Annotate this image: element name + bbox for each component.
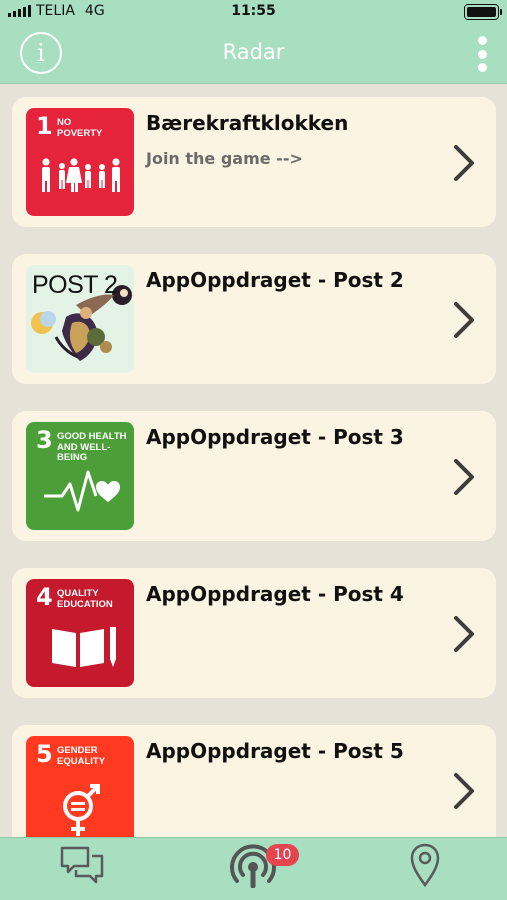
post-2-thumbnail: POST 2 [26,265,134,373]
item-subtitle: Join the game --> [146,149,303,168]
more-menu-button[interactable] [475,34,489,74]
notification-badge: 10 [266,844,299,866]
heartbeat-icon [44,470,120,512]
item-title: AppOppdraget - Post 2 [146,268,404,292]
book-pencil-icon [52,627,116,667]
item-title: AppOppdraget - Post 3 [146,425,404,449]
chevron-right-icon [454,616,474,652]
status-time: 11:55 [231,3,276,19]
sdg-good-health-thumbnail: 3 GOOD HEALTH AND WELL-BEING [26,422,134,530]
chevron-right-icon [454,773,474,809]
vertical-dots-icon [477,36,487,45]
item-title: AppOppdraget - Post 4 [146,582,404,606]
list-item-card[interactable]: 1 NO POVERTY Bærekraftklokken Join the ga… [12,97,496,227]
list-item-card[interactable]: 3 GOOD HEALTH AND WELL-BEING AppOppdraget… [12,411,496,541]
sdg-no-poverty-thumbnail: 1 NO POVERTY [26,108,134,216]
list-item[interactable]: 4 QUALITY EDUCATION AppOppdraget - Post 4 [0,556,507,713]
sdg-quality-education-thumbnail: 4 QUALITY EDUCATION [26,579,134,687]
post-label: POST 2 [32,271,118,299]
list-item-card[interactable]: POST 2 AppOppdraget - Post 2 [12,254,496,384]
gender-equality-icon [63,784,100,836]
list-item[interactable]: 5 GENDER EQUALITY AppOppdraget - Post 5 [0,713,507,837]
chevron-right-icon [454,459,474,495]
sdg-gender-equality-thumbnail: 5 GENDER EQUALITY [26,736,134,837]
list-item[interactable]: POST 2 AppOppdraget - Post 2 [0,242,507,399]
tab-chat[interactable] [58,842,106,892]
tab-bar: 10 [0,837,507,900]
radar-list[interactable]: 1 NO POVERTY Bærekraftklokken Join the ga… [0,85,507,837]
chevron-right-icon [454,302,474,338]
chat-bubbles-icon [60,846,104,884]
item-title: AppOppdraget - Post 5 [146,739,404,763]
item-title: Bærekraftklokken [146,111,349,135]
chevron-right-icon [454,145,474,181]
list-item[interactable]: 1 NO POVERTY Bærekraftklokken Join the ga… [0,85,507,242]
navigation-bar: i Radar [0,24,507,84]
map-pin-icon [410,843,440,888]
family-icon [42,158,120,192]
tab-map[interactable] [408,842,442,892]
list-item-card[interactable]: 4 QUALITY EDUCATION AppOppdraget - Post 4 [12,568,496,698]
list-item[interactable]: 3 GOOD HEALTH AND WELL-BEING AppOppdraget… [0,399,507,556]
battery-icon [464,4,502,20]
list-item-card[interactable]: 5 GENDER EQUALITY AppOppdraget - Post 5 [12,725,496,837]
page-title: Radar [222,40,285,64]
status-bar: TELIA 4G 11:55 [0,0,507,24]
